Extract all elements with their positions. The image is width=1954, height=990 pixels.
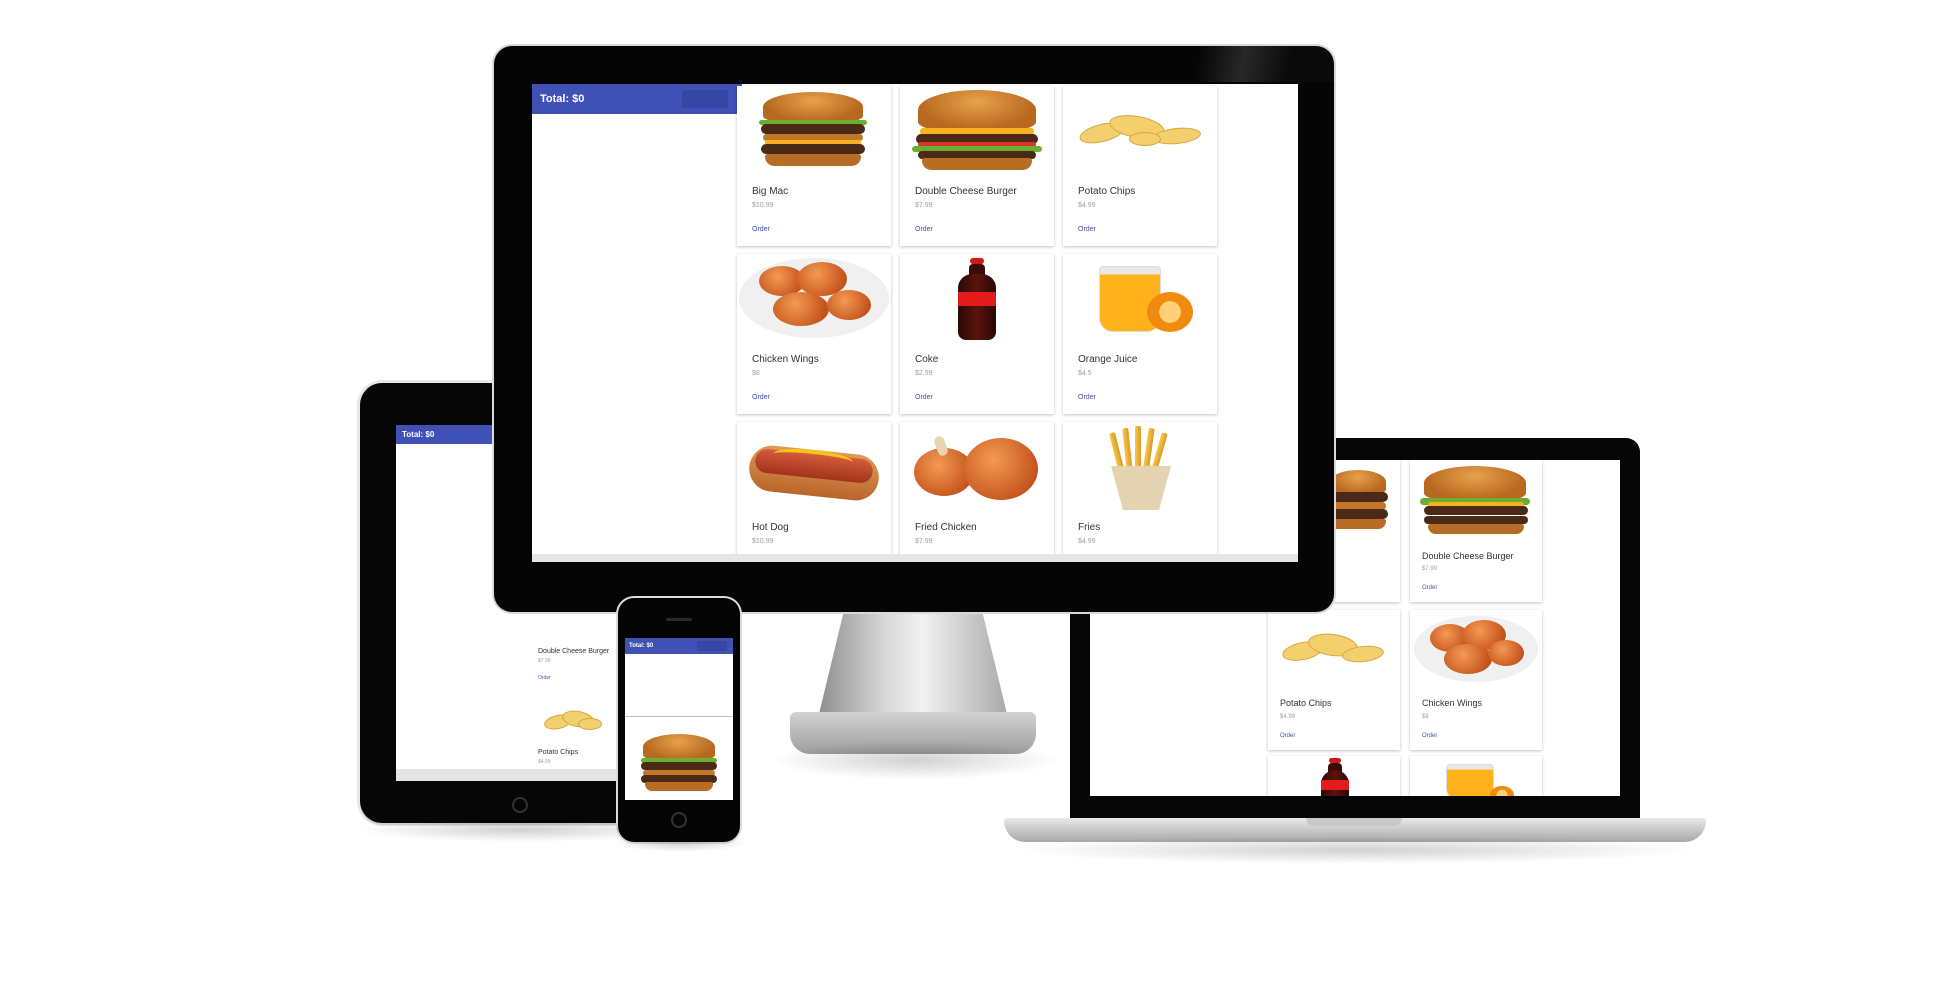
card-price: $7.99 — [915, 202, 933, 209]
laptop-card-name: Potato Chips — [1280, 698, 1332, 708]
tablet-card-name: Potato Chips — [538, 749, 579, 756]
fried-chicken-image — [908, 428, 1046, 508]
big-mac-image — [637, 726, 721, 792]
card-double-cheese-burger[interactable]: Double Cheese Burger $7.99 Order — [900, 86, 1054, 246]
card-price: $8 — [752, 370, 760, 377]
card-price: $10.99 — [752, 538, 774, 545]
monitor-stand-neck — [818, 608, 1008, 718]
card-price: $7.99 — [915, 538, 933, 545]
monitor-screen-bottom-bar — [532, 554, 1298, 562]
monitor-total-label: Total: $0 — [540, 93, 585, 105]
phone-card-bigmac[interactable] — [625, 720, 733, 800]
card-potato-chips[interactable]: Potato Chips $4.99 Order — [1063, 86, 1217, 246]
laptop-order-button[interactable]: Order — [1422, 733, 1437, 739]
card-big-mac[interactable]: Big Mac $10.99 Order — [737, 86, 891, 246]
card-name: Double Cheese Burger — [915, 186, 1017, 197]
card-fried-chicken[interactable]: Fried Chicken $7.99 — [900, 422, 1054, 562]
tablet-order-button[interactable]: Order — [538, 675, 551, 681]
phone-screen: Total: $0 — [625, 638, 733, 800]
card-name: Chicken Wings — [752, 354, 819, 365]
phone-total-label: Total: $0 — [629, 643, 654, 649]
big-mac-image — [747, 92, 879, 172]
coke-bottle-image — [956, 258, 998, 344]
phone-divider — [625, 716, 733, 717]
card-chicken-wings[interactable]: Chicken Wings $8 Order — [737, 254, 891, 414]
card-price: $4.99 — [1078, 538, 1096, 545]
tablet-shadow — [356, 818, 686, 842]
hot-dog-image — [745, 432, 883, 504]
monitor-glare — [1184, 46, 1334, 82]
double-cheese-burger-image — [906, 90, 1048, 174]
laptop-card-oj[interactable] — [1410, 756, 1542, 796]
order-button[interactable]: Order — [915, 394, 933, 401]
tablet-card-price: $7.99 — [538, 658, 551, 664]
chicken-wings-image — [737, 254, 891, 340]
tablet-screen-bottom-bar — [396, 769, 656, 781]
tablet-total-label: Total: $0 — [402, 430, 435, 439]
monitor-screen: Total: $0 Big Mac $10.99 Order Double Ch… — [532, 84, 1298, 562]
big-mac-image — [1328, 464, 1388, 534]
potato-chips-image — [1278, 620, 1390, 680]
laptop-card-name: Double Cheese Burger — [1422, 551, 1514, 561]
laptop-card-dcb[interactable]: Double Cheese Burger $7.99 Order — [1410, 460, 1542, 602]
phone-device: Total: $0 — [618, 598, 740, 842]
laptop-card-coke[interactable] — [1268, 756, 1400, 796]
card-price: $4.99 — [1078, 202, 1096, 209]
coke-bottle-image — [1318, 758, 1352, 796]
card-name: Big Mac — [752, 186, 789, 197]
laptop-shadow — [1010, 836, 1700, 864]
card-price: $2.99 — [915, 370, 933, 377]
potato-chips-image — [542, 703, 602, 737]
phone-earpiece — [666, 618, 692, 621]
potato-chips-image — [1073, 106, 1207, 156]
monitor-shadow — [770, 740, 1060, 780]
card-price: $4.5 — [1078, 370, 1092, 377]
laptop-card-price: $7.99 — [1422, 566, 1438, 572]
card-name: Potato Chips — [1078, 186, 1136, 197]
laptop-order-button[interactable]: Order — [1280, 733, 1295, 739]
chicken-wings-image — [1410, 610, 1542, 684]
checkout-button[interactable] — [682, 90, 728, 108]
card-fries[interactable]: Fries $4.99 — [1063, 422, 1217, 562]
order-button[interactable]: Order — [752, 226, 770, 233]
card-name: Hot Dog — [752, 522, 789, 533]
phone-checkout-button[interactable] — [697, 641, 727, 651]
laptop-card-price: $8 — [1422, 714, 1429, 720]
tablet-card-name: Double Cheese Burger — [538, 648, 610, 655]
laptop-order-button[interactable]: Order — [1422, 585, 1437, 591]
laptop-card-name: Chicken Wings — [1422, 698, 1483, 708]
order-button[interactable]: Order — [1078, 226, 1096, 233]
tablet-card-price: $4.99 — [538, 759, 551, 765]
double-cheese-burger-image — [1416, 466, 1534, 536]
order-button[interactable]: Order — [752, 394, 770, 401]
card-name: Orange Juice — [1078, 354, 1138, 365]
tablet-home-button[interactable] — [512, 797, 528, 813]
laptop-base-notch — [1306, 818, 1402, 826]
order-button[interactable]: Order — [915, 226, 933, 233]
laptop-card-chips[interactable]: Potato Chips $4.99 Order — [1268, 610, 1400, 750]
order-button[interactable]: Order — [1078, 394, 1096, 401]
card-price: $10.99 — [752, 202, 774, 209]
orange-juice-image — [1440, 764, 1520, 796]
card-hot-dog[interactable]: Hot Dog $10.99 — [737, 422, 891, 562]
monitor-device: Total: $0 Big Mac $10.99 Order Double Ch… — [494, 46, 1334, 612]
card-name: Coke — [915, 354, 939, 365]
card-name: Fries — [1078, 522, 1101, 533]
card-orange-juice[interactable]: Orange Juice $4.5 Order — [1063, 254, 1217, 414]
laptop-card-wings[interactable]: Chicken Wings $8 Order — [1410, 610, 1542, 750]
laptop-card-price: $4.99 — [1280, 714, 1296, 720]
card-coke[interactable]: Coke $2.99 Order — [900, 254, 1054, 414]
orange-juice-image — [1083, 262, 1197, 338]
card-name: Fried Chicken — [915, 522, 977, 533]
fries-image — [1103, 426, 1179, 512]
